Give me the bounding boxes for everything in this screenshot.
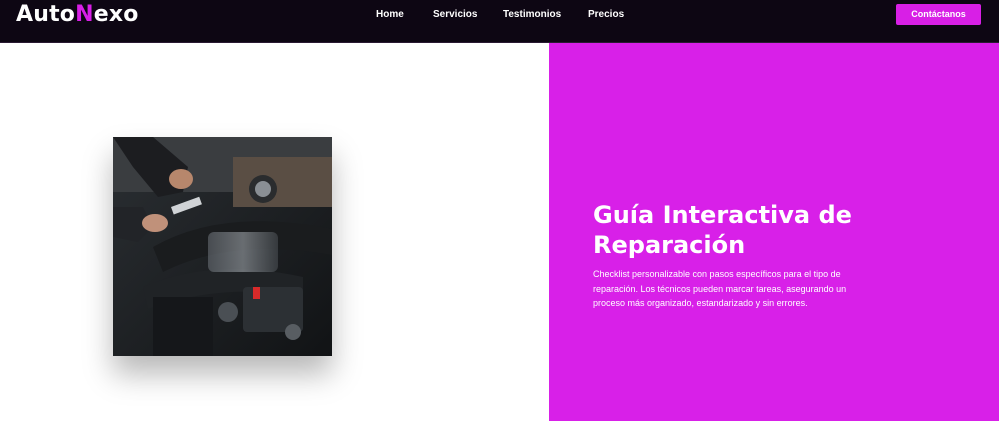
engine-photo-illustration	[113, 137, 332, 356]
contact-button[interactable]: Contáctanos	[896, 4, 981, 25]
feature-info-panel: Guía Interactiva de Reparación Checklist…	[549, 43, 999, 421]
engine-repair-photo	[113, 137, 332, 356]
feature-title: Guía Interactiva de Reparación	[593, 201, 852, 259]
nav-link-home[interactable]: Home	[376, 9, 404, 20]
nav-link-servicios[interactable]: Servicios	[433, 9, 477, 20]
main-nav: Home Servicios Testimonios Precios	[0, 9, 999, 23]
feature-image-panel	[0, 43, 549, 421]
feature-description: Checklist personalizable con pasos espec…	[593, 269, 847, 308]
nav-link-testimonios[interactable]: Testimonios	[503, 9, 561, 20]
navbar: AutoNexo Home Servicios Testimonios Prec…	[0, 0, 999, 43]
nav-link-precios[interactable]: Precios	[588, 9, 624, 20]
